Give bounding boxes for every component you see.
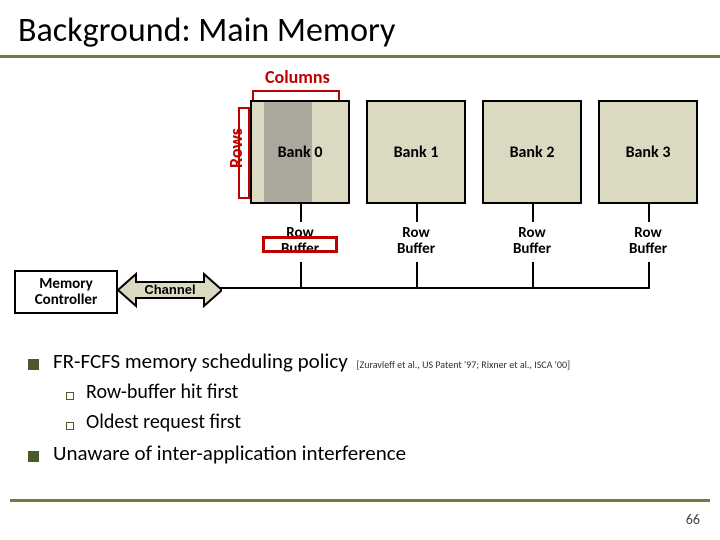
memory-bus — [220, 287, 650, 289]
connector — [300, 262, 302, 288]
channel-label: Channel — [144, 282, 195, 297]
bullet-icon — [28, 451, 39, 462]
bank-2: Bank 2 — [482, 100, 582, 204]
row-buffer-1: Row Buffer — [366, 222, 466, 262]
citation: [Zuravleff et al., US Patent '97; Rixner… — [356, 358, 570, 371]
row-buffer-3: Row Buffer — [598, 222, 698, 262]
bullet-icon — [66, 392, 74, 400]
connector — [300, 204, 302, 222]
connector — [648, 262, 650, 288]
connector — [532, 262, 534, 288]
bullet-oldest-first: Oldest request first — [66, 410, 692, 434]
bank-3: Bank 3 — [598, 100, 698, 204]
bottom-rule — [10, 499, 710, 502]
memory-diagram: Columns Rows Bank 0 Bank 1 Bank 2 Bank 3… — [0, 58, 720, 338]
rows-highlight-box — [238, 107, 250, 199]
bullet-icon — [66, 422, 74, 430]
page-number: 66 — [686, 511, 700, 528]
connector — [532, 204, 534, 222]
memory-controller: Memory Controller — [14, 270, 118, 314]
columns-label: Columns — [265, 66, 330, 88]
connector — [416, 204, 418, 222]
connector — [416, 262, 418, 288]
connector — [648, 204, 650, 222]
bullet-content: FR-FCFS memory scheduling policy [Zuravl… — [0, 338, 720, 466]
bullet-unaware: Unaware of inter-application interferenc… — [28, 440, 692, 466]
channel-arrow: Channel — [118, 272, 222, 308]
bullet-row-buffer-hit: Row-buffer hit first — [66, 380, 692, 404]
bank-1: Bank 1 — [366, 100, 466, 204]
row-buffer-2: Row Buffer — [482, 222, 582, 262]
bullet-frfcfs: FR-FCFS memory scheduling policy [Zuravl… — [28, 348, 692, 374]
bullet-icon — [28, 359, 39, 370]
slide-title: Background: Main Memory — [0, 0, 720, 58]
row-buffer-highlight-box — [262, 236, 338, 253]
bank-0: Bank 0 — [250, 100, 350, 204]
